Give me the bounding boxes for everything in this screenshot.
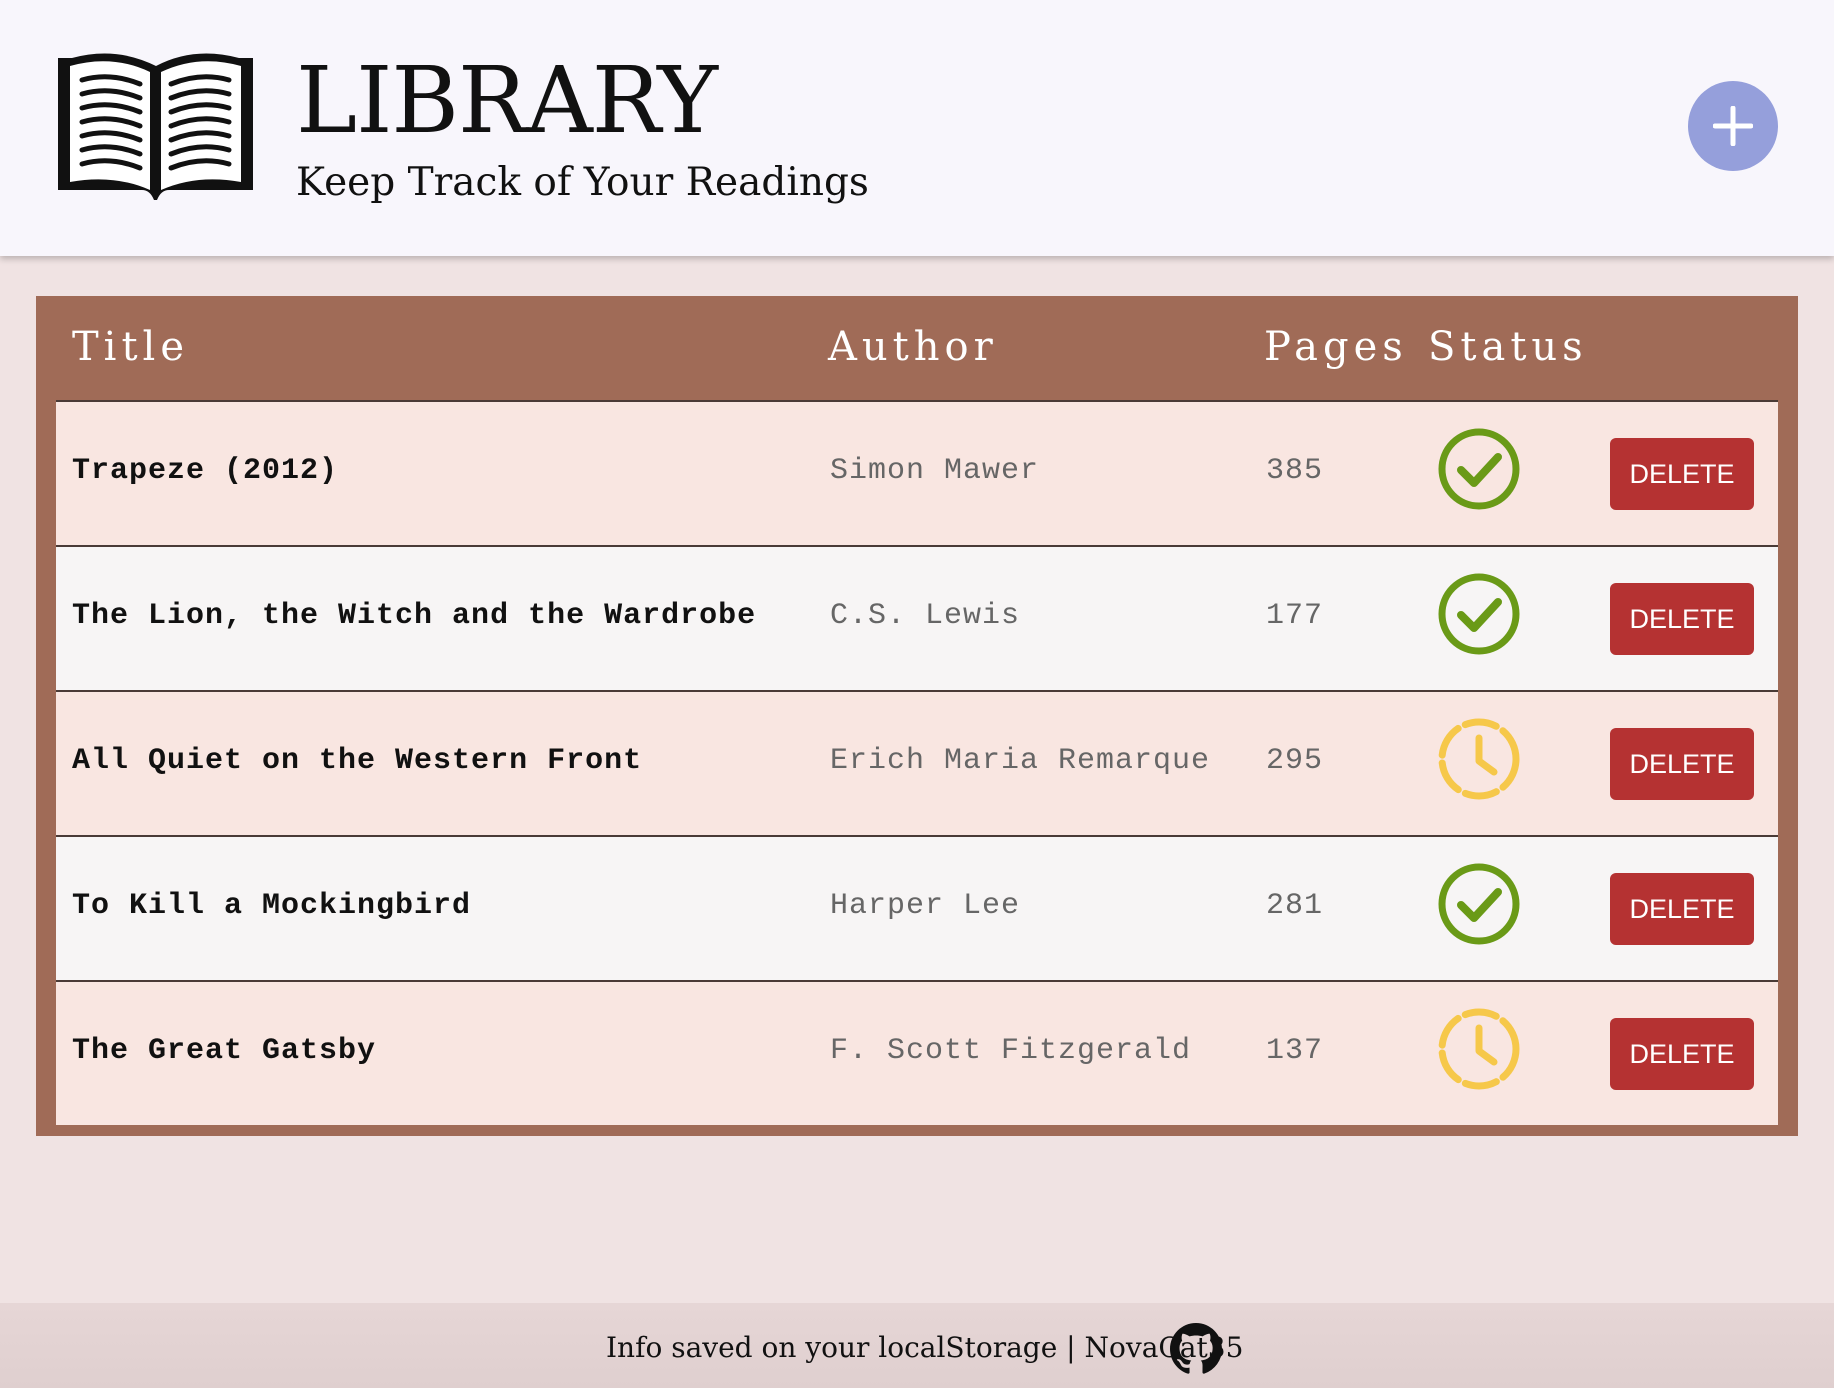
check-circle-icon: [1438, 573, 1520, 655]
clock-icon: [1438, 1008, 1520, 1090]
delete-button[interactable]: DELETE: [1610, 1018, 1754, 1090]
table-row: The Lion, the Witch and the Wardrobe C.S…: [56, 545, 1778, 690]
book-author: Harper Lee: [830, 889, 1021, 923]
page-title: LIBRARY: [296, 47, 718, 154]
app-footer: Info saved on your localStorage | NovaCa…: [0, 1303, 1834, 1388]
table-row: To Kill a Mockingbird Harper Lee 281 DEL…: [56, 835, 1778, 980]
column-header-status: Status: [1428, 324, 1588, 370]
status-toggle[interactable]: [1436, 571, 1522, 657]
books-table: Title Author Pages Status Trapeze (2012)…: [36, 296, 1798, 1136]
table-row: Trapeze (2012) Simon Mawer 385 DELETE: [56, 400, 1778, 545]
book-title: Trapeze (2012): [72, 454, 339, 488]
book-pages: 177: [1266, 599, 1324, 633]
check-circle-icon: [1438, 863, 1520, 945]
github-icon[interactable]: [1170, 1323, 1222, 1375]
page-subtitle: Keep Track of Your Readings: [296, 160, 869, 205]
status-toggle[interactable]: [1436, 1006, 1522, 1092]
status-toggle[interactable]: [1436, 426, 1522, 512]
column-header-title: Title: [72, 324, 190, 370]
table-body: Trapeze (2012) Simon Mawer 385 DELETE Th…: [56, 400, 1778, 1125]
app-header: LIBRARY Keep Track of Your Readings: [0, 0, 1834, 256]
book-author: Simon Mawer: [830, 454, 1040, 488]
book-author: C.S. Lewis: [830, 599, 1021, 633]
add-book-button[interactable]: [1688, 81, 1778, 171]
column-header-author: Author: [828, 324, 998, 370]
delete-button[interactable]: DELETE: [1610, 583, 1754, 655]
book-title: All Quiet on the Western Front: [72, 744, 643, 778]
book-pages: 137: [1266, 1034, 1324, 1068]
delete-button[interactable]: DELETE: [1610, 438, 1754, 510]
book-author: F. Scott Fitzgerald: [830, 1034, 1192, 1068]
footer-text: Info saved on your localStorage | NovaCa…: [606, 1331, 1244, 1364]
delete-button[interactable]: DELETE: [1610, 873, 1754, 945]
book-pages: 295: [1266, 744, 1324, 778]
book-pages: 281: [1266, 889, 1324, 923]
book-title: The Lion, the Witch and the Wardrobe: [72, 599, 757, 633]
book-title: To Kill a Mockingbird: [72, 889, 472, 923]
book-author: Erich Maria Remarque: [830, 744, 1211, 778]
open-book-icon: [58, 53, 253, 200]
check-circle-icon: [1438, 428, 1520, 510]
status-toggle[interactable]: [1436, 861, 1522, 947]
delete-button[interactable]: DELETE: [1610, 728, 1754, 800]
table-header: Title Author Pages Status: [36, 296, 1798, 400]
book-title: The Great Gatsby: [72, 1034, 377, 1068]
book-pages: 385: [1266, 454, 1324, 488]
table-row: All Quiet on the Western Front Erich Mar…: [56, 690, 1778, 835]
status-toggle[interactable]: [1436, 716, 1522, 802]
clock-icon: [1438, 718, 1520, 800]
column-header-pages: Pages: [1264, 324, 1408, 370]
plus-icon: [1713, 106, 1753, 146]
table-row: The Great Gatsby F. Scott Fitzgerald 137…: [56, 980, 1778, 1125]
